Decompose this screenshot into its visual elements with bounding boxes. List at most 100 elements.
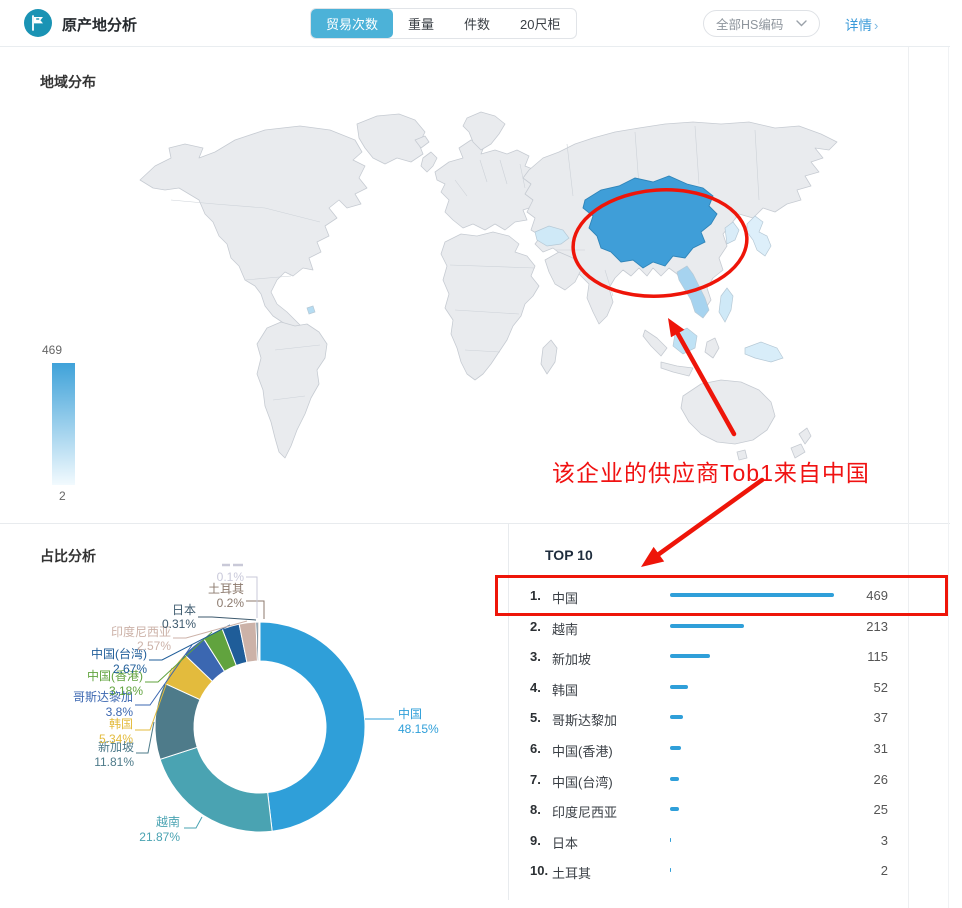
share-donut-chart[interactable]: 中国48.15%越南21.87%新加坡11.81%韩国5.34%哥斯达黎加3.8…: [0, 523, 515, 908]
top10-bar: [670, 746, 681, 750]
top10-value: 2: [881, 863, 888, 878]
tab-weight[interactable]: 重量: [393, 9, 449, 38]
chevron-right-icon: ›: [874, 18, 878, 33]
donut-label: 2.57%: [137, 639, 171, 653]
top10-section-title: TOP 10: [545, 547, 593, 563]
donut-label: 11.81%: [94, 755, 134, 769]
top10-bar: [670, 838, 671, 842]
chevron-down-icon: [796, 20, 807, 27]
top10-value: 31: [874, 741, 888, 756]
top10-country-label: 越南: [552, 619, 578, 638]
top10-bar: [670, 777, 679, 781]
top10-row: 6. 中国(香港) 31: [530, 732, 888, 763]
top10-value: 37: [874, 710, 888, 725]
tab-trade-count[interactable]: 贸易次数: [311, 9, 393, 38]
top10-country-label: 韩国: [552, 680, 578, 699]
metric-tab-group: 贸易次数 重量 件数 20尺柜: [310, 8, 577, 39]
map-legend: 469 2: [30, 343, 90, 503]
top10-value: 3: [881, 833, 888, 848]
top10-country-label: 哥斯达黎加: [552, 710, 617, 729]
map-region-philippines: [719, 288, 733, 322]
annotation-text: 该企业的供应商Tob1来自中国: [552, 454, 870, 488]
top10-rank: 9.: [530, 833, 541, 848]
donut-label: 日本: [172, 603, 196, 617]
top10-row: 3. 新加坡 115: [530, 640, 888, 671]
legend-gradient-bar: [52, 363, 75, 485]
top10-rank: 7.: [530, 772, 541, 787]
top10-row: 9. 日本 3: [530, 824, 888, 855]
donut-label-leader: [246, 601, 264, 619]
header: 原产地分析 贸易次数 重量 件数 20尺柜 全部HS编码 详情›: [0, 0, 962, 46]
page-right-border: [948, 47, 949, 908]
donut-label: 2.67%: [113, 662, 147, 676]
top10-bar: [670, 654, 710, 658]
top10-rank: 8.: [530, 802, 541, 817]
map-region-png: [745, 342, 783, 362]
top10-rank: 3.: [530, 649, 541, 664]
top10-bar: [670, 807, 679, 811]
top10-bar: [670, 715, 683, 719]
donut-label: 3.18%: [109, 684, 143, 698]
tab-20ft-container[interactable]: 20尺柜: [505, 9, 575, 38]
top10-bar: [670, 868, 671, 872]
top10-country-label: 中国(香港): [552, 741, 613, 760]
top10-row: 4. 韩国 52: [530, 671, 888, 702]
map-landmass: [140, 112, 837, 460]
top10-value: 26: [874, 772, 888, 787]
top10-row: 7. 中国(台湾) 26: [530, 763, 888, 794]
top10-country-label: 新加坡: [552, 649, 591, 668]
map-region-costa-rica: [307, 306, 315, 314]
top10-rank: 4.: [530, 680, 541, 695]
top10-value: 25: [874, 802, 888, 817]
top10-country-label: 印度尼西亚: [552, 802, 617, 821]
top10-rank: 5.: [530, 710, 541, 725]
top10-row: 5. 哥斯达黎加 37: [530, 701, 888, 732]
donut-label-leader: [198, 617, 256, 620]
donut-label: 3.8%: [106, 705, 134, 719]
donut-label-leader: [184, 817, 202, 828]
top10-row: 10. 土耳其 2: [530, 854, 888, 885]
donut-label: 越南: [156, 814, 180, 829]
top10-bar: [670, 624, 744, 628]
hs-code-select[interactable]: 全部HS编码: [703, 10, 820, 37]
top10-list: 1.中国4692.越南2133.新加坡1154.韩国525.哥斯达黎加376.中…: [530, 579, 888, 885]
donut-slice[interactable]: [259, 622, 260, 661]
detail-link[interactable]: 详情›: [845, 14, 878, 34]
top10-country-label: 土耳其: [552, 863, 591, 882]
top10-rank: 10.: [530, 863, 548, 878]
top10-row: 8. 印度尼西亚 25: [530, 793, 888, 824]
donut-label: 土耳其: [208, 582, 244, 596]
legend-max-value: 469: [42, 343, 90, 357]
page-title: 原产地分析: [62, 14, 137, 35]
donut-label: 0.31%: [162, 617, 196, 631]
legend-min-value: 2: [59, 489, 90, 503]
top10-value: 115: [867, 649, 888, 664]
top10-country-label: 中国(台湾): [552, 772, 613, 791]
header-divider: [0, 46, 950, 47]
donut-label: 0.1%: [217, 570, 245, 584]
top10-country-label: 日本: [552, 833, 578, 852]
content-right-border: [908, 47, 909, 908]
map-region-japan: [747, 216, 771, 256]
top10-value: 52: [874, 680, 888, 695]
donut-label: 中国: [398, 706, 422, 721]
map-section-title: 地域分布: [40, 72, 96, 92]
annotation-highlight-box: [495, 575, 948, 616]
map-region-malaysia: [673, 328, 697, 354]
tab-piece-count[interactable]: 件数: [449, 9, 505, 38]
top10-rank: 2.: [530, 619, 541, 634]
donut-slice[interactable]: [260, 622, 365, 831]
top10-bar: [670, 685, 688, 689]
flag-icon: [29, 14, 47, 32]
donut-label: 5.34%: [99, 732, 133, 746]
donut-label: 0.2%: [217, 596, 245, 610]
donut-label: 48.15%: [398, 722, 439, 736]
world-map[interactable]: [115, 100, 860, 505]
top10-rank: 6.: [530, 741, 541, 756]
hs-code-select-value: 全部HS编码: [716, 14, 783, 33]
donut-label-leader: [246, 577, 257, 618]
donut-label: 21.87%: [139, 830, 180, 844]
annotation-arrowhead-top10: [641, 547, 664, 567]
top10-value: 213: [866, 619, 888, 634]
app-logo flag-icon: [24, 9, 52, 37]
